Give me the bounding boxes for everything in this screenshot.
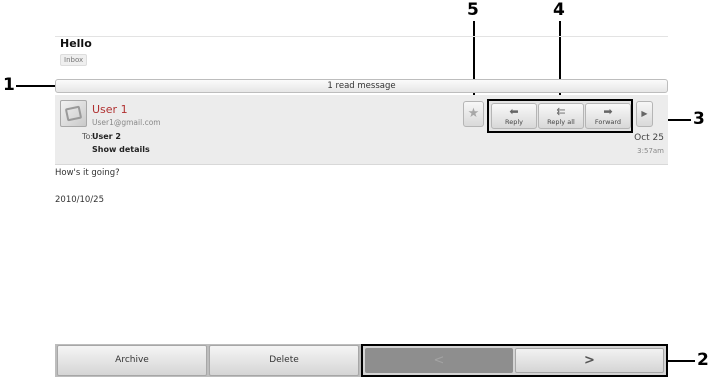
sender-email: User1@gmail.com [92, 118, 161, 127]
callout-1-line [16, 85, 56, 87]
message-date: Oct 25 [634, 133, 664, 143]
callout-4: 4 [553, 0, 565, 20]
reply-all-button[interactable]: ⇇ Reply all [538, 103, 584, 129]
star-button[interactable]: ★ [463, 101, 484, 127]
next-message-button[interactable]: > [515, 348, 664, 373]
message-body-line: 2010/10/25 [55, 195, 104, 205]
callout-2-line [668, 360, 695, 362]
forward-label: Forward [594, 118, 622, 126]
reply-all-icon: ⇇ [556, 105, 566, 118]
callout-1: 1 [3, 75, 15, 95]
sender-name: User 1 [92, 103, 128, 116]
contact-photo-icon [64, 105, 83, 122]
message-body-line: How's it going? [55, 168, 120, 178]
forward-button[interactable]: ➡ Forward [585, 103, 631, 129]
message-time: 3:57am [637, 147, 664, 155]
chevron-right-icon: > [584, 353, 595, 368]
bottom-action-bar: Archive Delete < > [55, 344, 668, 377]
star-icon: ★ [467, 106, 480, 121]
reply-button[interactable]: ⬅ Reply [491, 103, 537, 129]
callout-5: 5 [467, 0, 479, 20]
message-subject: Hello [60, 37, 92, 50]
more-actions-button[interactable]: ▶ [636, 101, 653, 127]
forward-icon: ➡ [603, 105, 613, 118]
callout-2: 2 [697, 350, 709, 370]
recipient-name: User 2 [92, 132, 121, 141]
chevron-left-icon: < [433, 353, 445, 368]
delete-button[interactable]: Delete [209, 345, 359, 376]
top-divider [55, 36, 668, 37]
message-header: User 1 User1@gmail.com To: User 2 Show d… [55, 95, 668, 165]
avatar[interactable] [60, 100, 87, 127]
reply-actions-group: ⬅ Reply ⇇ Reply all ➡ Forward [487, 99, 633, 133]
message-navigation-group: < > [361, 344, 668, 377]
callout-3: 3 [693, 109, 705, 129]
inbox-label-chip[interactable]: Inbox [60, 54, 88, 66]
read-messages-bar[interactable]: 1 read message [55, 79, 668, 93]
previous-message-button[interactable]: < [365, 348, 513, 373]
chevron-right-icon: ▶ [641, 109, 648, 118]
reply-label: Reply [504, 118, 523, 126]
reply-icon: ⬅ [509, 105, 519, 118]
reply-all-label: Reply all [547, 118, 575, 126]
archive-button[interactable]: Archive [57, 345, 207, 376]
show-details-link[interactable]: Show details [92, 145, 150, 154]
